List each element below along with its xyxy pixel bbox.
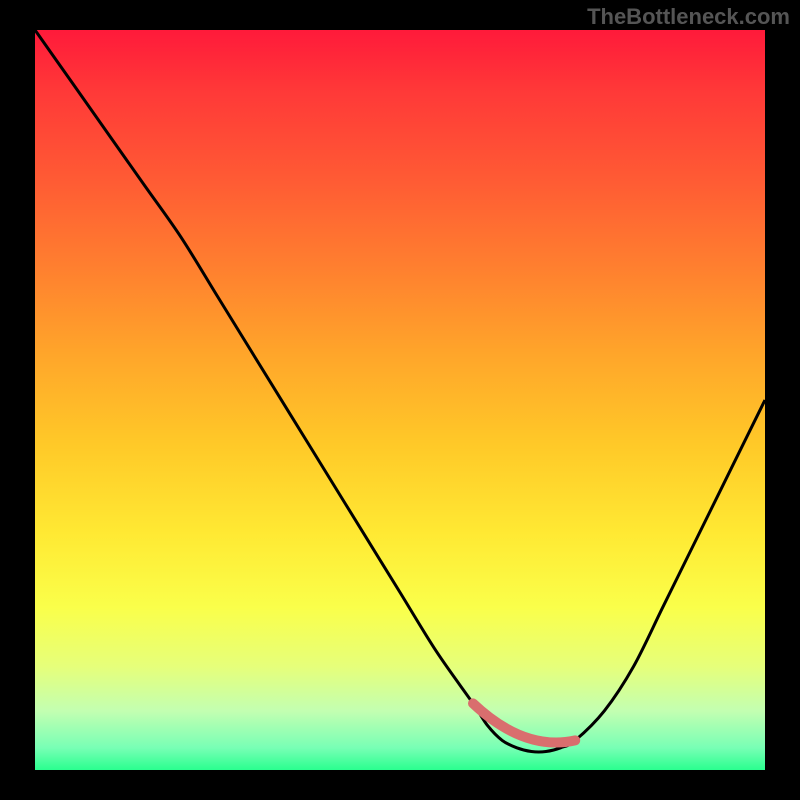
- watermark-text: TheBottleneck.com: [587, 4, 790, 30]
- highlight-marker: [473, 703, 575, 742]
- curve-svg: [35, 30, 765, 770]
- plot-area: [35, 30, 765, 770]
- bottleneck-curve: [35, 30, 765, 752]
